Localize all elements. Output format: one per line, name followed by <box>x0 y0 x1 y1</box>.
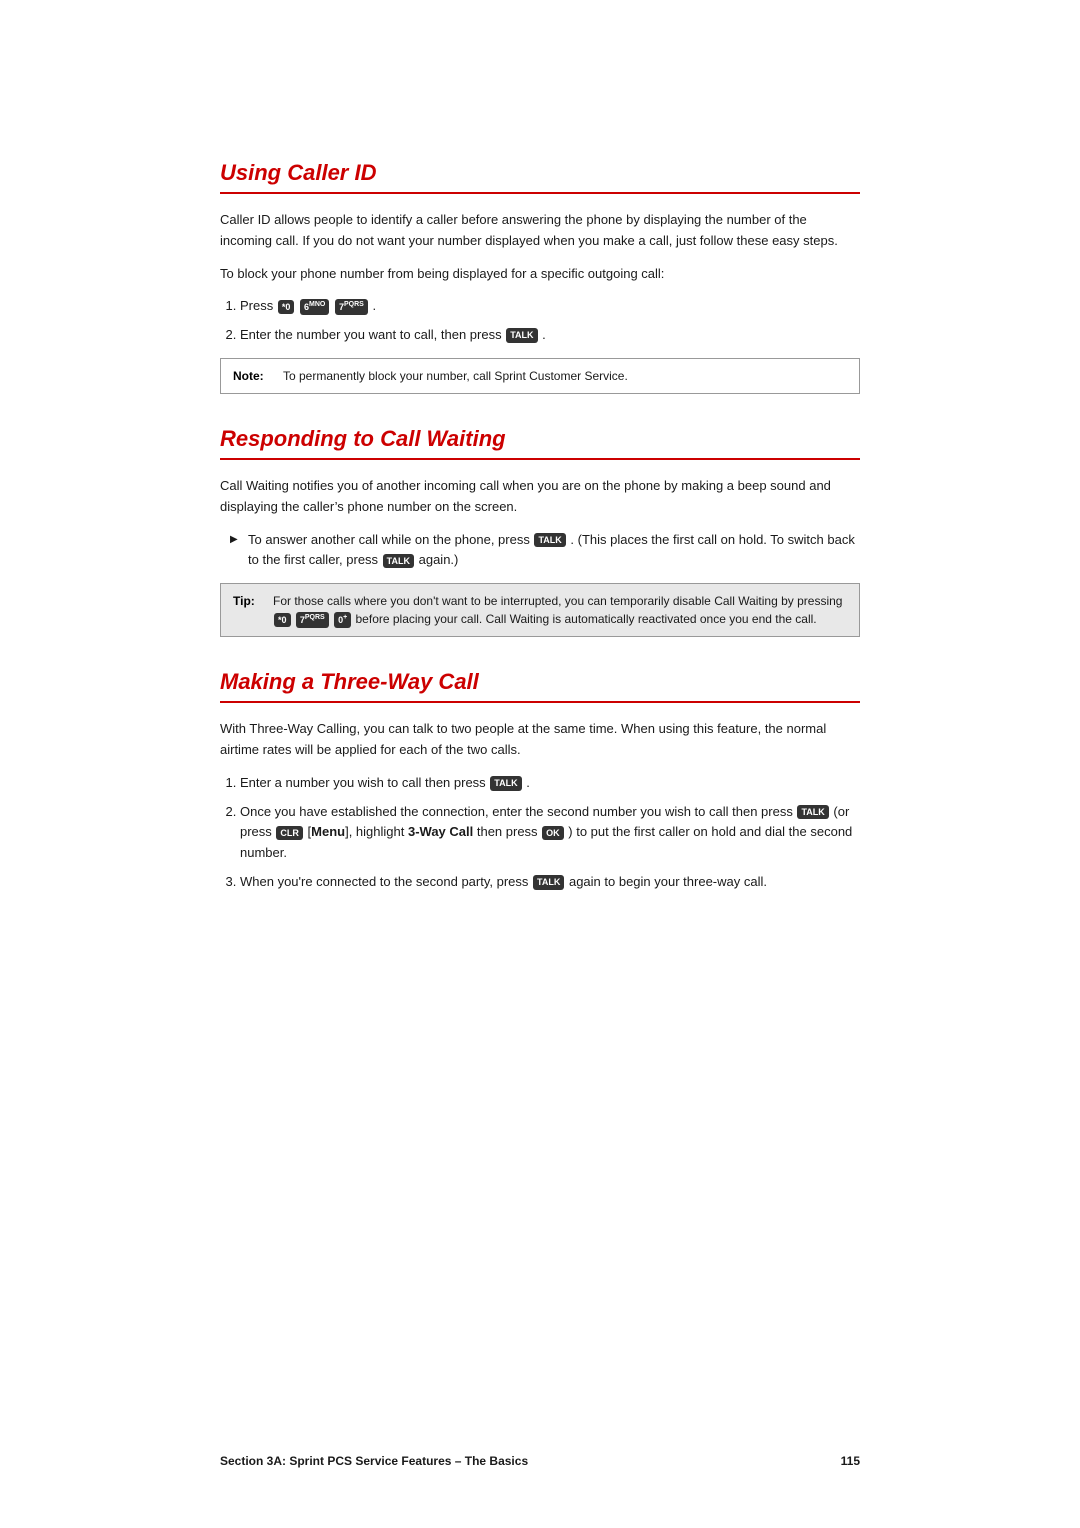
call-waiting-bullets: To answer another call while on the phon… <box>230 530 860 572</box>
key-talk-5: TALK <box>797 805 828 820</box>
key-talk-4: TALK <box>490 776 521 791</box>
three-way-steps: Enter a number you wish to call then pre… <box>240 773 860 893</box>
section-call-waiting: Responding to Call Waiting Call Waiting … <box>220 426 860 637</box>
key-6: 6MNO <box>300 299 329 315</box>
section-title-caller-id: Using Caller ID <box>220 160 860 194</box>
key-star-tip: *0 <box>274 613 291 628</box>
key-talk-2: TALK <box>534 533 565 548</box>
three-way-step-3: When you're connected to the second part… <box>240 872 860 893</box>
key-7: 7PQRS <box>335 299 368 315</box>
call-waiting-tip: Tip: For those calls where you don't wan… <box>220 583 860 637</box>
caller-id-note: Note: To permanently block your number, … <box>220 358 860 394</box>
key-talk-3: TALK <box>383 554 414 569</box>
three-way-step-2: Once you have established the connection… <box>240 802 860 864</box>
note-label: Note: <box>233 367 273 385</box>
key-ok: OK <box>542 826 564 841</box>
key-7-tip: 7PQRS <box>296 612 329 628</box>
page: Using Caller ID Caller ID allows people … <box>0 0 1080 1528</box>
caller-id-intro: Caller ID allows people to identify a ca… <box>220 210 860 252</box>
tip-text: For those calls where you don't want to … <box>273 592 847 628</box>
section-title-call-waiting: Responding to Call Waiting <box>220 426 860 460</box>
key-clr: CLR <box>276 826 303 841</box>
caller-id-steps: Press *0 6MNO 7PQRS . Enter the number y… <box>240 296 860 346</box>
caller-id-sub-intro: To block your phone number from being di… <box>220 264 860 285</box>
key-star: *0 <box>278 300 295 315</box>
footer-right: 115 <box>841 1454 860 1468</box>
key-0-tip: 0+ <box>334 612 351 628</box>
section-caller-id: Using Caller ID Caller ID allows people … <box>220 160 860 394</box>
tip-label: Tip: <box>233 592 263 610</box>
note-text: To permanently block your number, call S… <box>283 367 628 385</box>
call-waiting-bullet-1: To answer another call while on the phon… <box>230 530 860 572</box>
footer-left: Section 3A: Sprint PCS Service Features … <box>220 1454 528 1468</box>
page-footer: Section 3A: Sprint PCS Service Features … <box>220 1454 860 1468</box>
key-talk-1: TALK <box>506 328 537 343</box>
section-title-three-way: Making a Three-Way Call <box>220 669 860 703</box>
section-three-way: Making a Three-Way Call With Three-Way C… <box>220 669 860 893</box>
three-way-intro: With Three-Way Calling, you can talk to … <box>220 719 860 761</box>
call-waiting-intro: Call Waiting notifies you of another inc… <box>220 476 860 518</box>
caller-id-step-1: Press *0 6MNO 7PQRS . <box>240 296 860 317</box>
three-way-step-1: Enter a number you wish to call then pre… <box>240 773 860 794</box>
key-talk-6: TALK <box>533 875 564 890</box>
caller-id-step-2: Enter the number you want to call, then … <box>240 325 860 346</box>
